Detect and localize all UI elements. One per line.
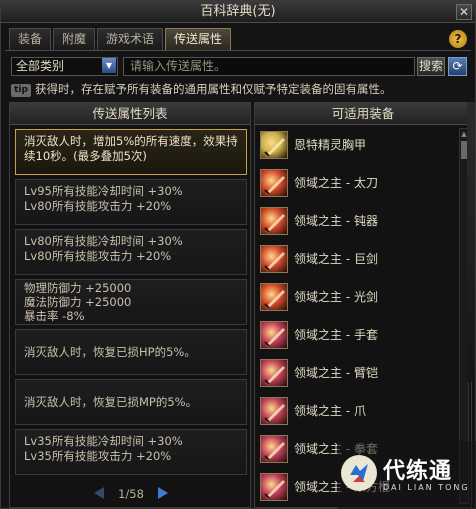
attribute-line: 消灭敌人时，恢复已损HP的5%。 — [24, 344, 196, 359]
tab-equipment[interactable]: 装备 — [9, 28, 52, 50]
attribute-item[interactable]: Lv95所有技能冷却时间 +30% Lv80所有技能攻击力 +20% — [15, 179, 247, 225]
attribute-line: 消灭敌人时，增加5%的所有速度，效果持续10秒。(最多叠加5次) — [24, 134, 238, 163]
attribute-line: Lv80所有技能攻击力 +20% — [24, 249, 172, 263]
attribute-line: Lv95所有技能冷却时间 +30% — [24, 184, 183, 198]
blunt-weapon-icon — [260, 207, 288, 235]
equipment-name: 领域之主 - 光剑 — [294, 290, 378, 304]
tab-teleport-attributes[interactable]: 传送属性 — [165, 28, 232, 50]
tip-badge: tip — [11, 84, 31, 97]
attribute-line: Lv35所有技能攻击力 +20% — [24, 449, 172, 463]
attribute-line: 魔法防御力 +25000 — [24, 295, 132, 309]
equipment-row[interactable]: 领域之主 - 钝器 — [258, 204, 458, 240]
staff-icon — [260, 473, 288, 501]
tab-divider — [5, 50, 471, 51]
gauntlet-icon — [260, 321, 288, 349]
window-titlebar[interactable]: 百科辞典(无) ✕ — [1, 1, 475, 23]
attribute-line: Lv80所有技能冷却时间 +30% — [24, 234, 183, 248]
equipment-row[interactable]: 领域之主 - 太刀 — [258, 166, 458, 202]
attribute-item[interactable]: 消灭敌人时，恢复已损HP的5%。 — [15, 329, 247, 375]
close-button[interactable]: ✕ — [456, 4, 472, 20]
equipment-name: 恩特精灵胸甲 — [294, 138, 367, 152]
equipment-name: 领域之主 - 臂铠 — [294, 366, 378, 380]
tab-bar: 装备 附魔 游戏术语 传送属性 — [9, 28, 232, 50]
attribute-item[interactable]: Lv80所有技能冷却时间 +30% Lv80所有技能攻击力 +20% — [15, 229, 247, 275]
encyclopedia-window: 百科辞典(无) ✕ 装备 附魔 游戏术语 传送属性 ? 全部类别 ▼ 请输入传送… — [0, 0, 476, 509]
arm-guard-icon — [260, 359, 288, 387]
watermark: 代练通 DAI LIAN TONG — [337, 441, 476, 509]
equipment-row[interactable]: 领域之主 - 爪 — [258, 394, 458, 430]
equipment-name: 领域之主 - 钝器 — [294, 214, 378, 228]
claw-icon — [260, 397, 288, 425]
equipment-row[interactable]: 恩特精灵胸甲 — [258, 128, 458, 164]
watermark-logo-icon — [341, 455, 377, 491]
equipment-name: 领域之主 - 手套 — [294, 328, 378, 342]
equipment-row[interactable]: 领域之主 - 手套 — [258, 318, 458, 354]
watermark-text: 代练通 — [383, 459, 453, 484]
attribute-list-header: 传送属性列表 — [10, 103, 250, 125]
equipment-name: 领域之主 - 太刀 — [294, 176, 378, 190]
equipment-row[interactable]: 领域之主 - 臂铠 — [258, 356, 458, 392]
side-strip — [467, 102, 475, 382]
greatsword-icon — [260, 245, 288, 273]
attribute-line: 暴击率 -8% — [24, 309, 85, 323]
lightsaber-icon — [260, 283, 288, 311]
attribute-item[interactable]: 消灭敌人时，增加5%的所有速度，效果持续10秒。(最多叠加5次) — [15, 129, 247, 175]
page-indicator: 1/58 — [118, 487, 144, 501]
window-title: 百科辞典(无) — [200, 4, 276, 19]
equipment-name: 领域之主 - 爪 — [294, 404, 366, 418]
attribute-item[interactable]: 消灭敌人时，恢复已损MP的5%。 — [15, 379, 247, 425]
tip-row: tip 获得时，存在赋予所有装备的通用属性和仅赋予特定装备的固有属性。 — [11, 81, 469, 97]
katana-icon — [260, 169, 288, 197]
knuckle-icon — [260, 435, 288, 463]
equipment-row[interactable]: 领域之主 - 光剑 — [258, 280, 458, 316]
attribute-line: Lv35所有技能冷却时间 +30% — [24, 434, 183, 448]
search-input[interactable]: 请输入传送属性。 — [123, 57, 415, 76]
search-button[interactable]: 搜索 — [417, 57, 445, 76]
refresh-icon[interactable]: ⟳ — [448, 57, 467, 76]
prev-page-icon[interactable] — [94, 487, 105, 499]
equipment-row[interactable]: 领域之主 - 巨剑 — [258, 242, 458, 278]
watermark-subtext: DAI LIAN TONG — [383, 483, 470, 492]
filter-row: 全部类别 ▼ 请输入传送属性。 搜索 ⟳ — [11, 57, 469, 77]
attribute-line: Lv80所有技能攻击力 +20% — [24, 199, 172, 213]
tip-text: 获得时，存在赋予所有装备的通用属性和仅赋予特定装备的固有属性。 — [35, 82, 392, 96]
next-page-icon[interactable] — [157, 487, 168, 499]
attribute-item[interactable]: Lv35所有技能冷却时间 +30% Lv35所有技能攻击力 +20% — [15, 429, 247, 475]
attribute-list-panel: 传送属性列表 消灭敌人时，增加5%的所有速度，效果持续10秒。(最多叠加5次) … — [9, 102, 251, 508]
tab-enchant[interactable]: 附魔 — [53, 28, 96, 50]
chevron-down-icon[interactable]: ▼ — [102, 58, 116, 73]
attribute-item[interactable]: 物理防御力 +25000 魔法防御力 +25000 暴击率 -8% — [15, 279, 247, 325]
chest-armor-icon — [260, 131, 288, 159]
applicable-equipment-header: 可适用装备 — [255, 103, 471, 125]
attribute-line: 消灭敌人时，恢复已损MP的5%。 — [24, 394, 198, 409]
tab-game-terms[interactable]: 游戏术语 — [97, 28, 164, 50]
attribute-line: 物理防御力 +25000 — [24, 281, 132, 295]
help-icon[interactable]: ? — [449, 30, 467, 48]
pager: 1/58 — [10, 487, 252, 503]
equipment-name: 领域之主 - 巨剑 — [294, 252, 378, 266]
